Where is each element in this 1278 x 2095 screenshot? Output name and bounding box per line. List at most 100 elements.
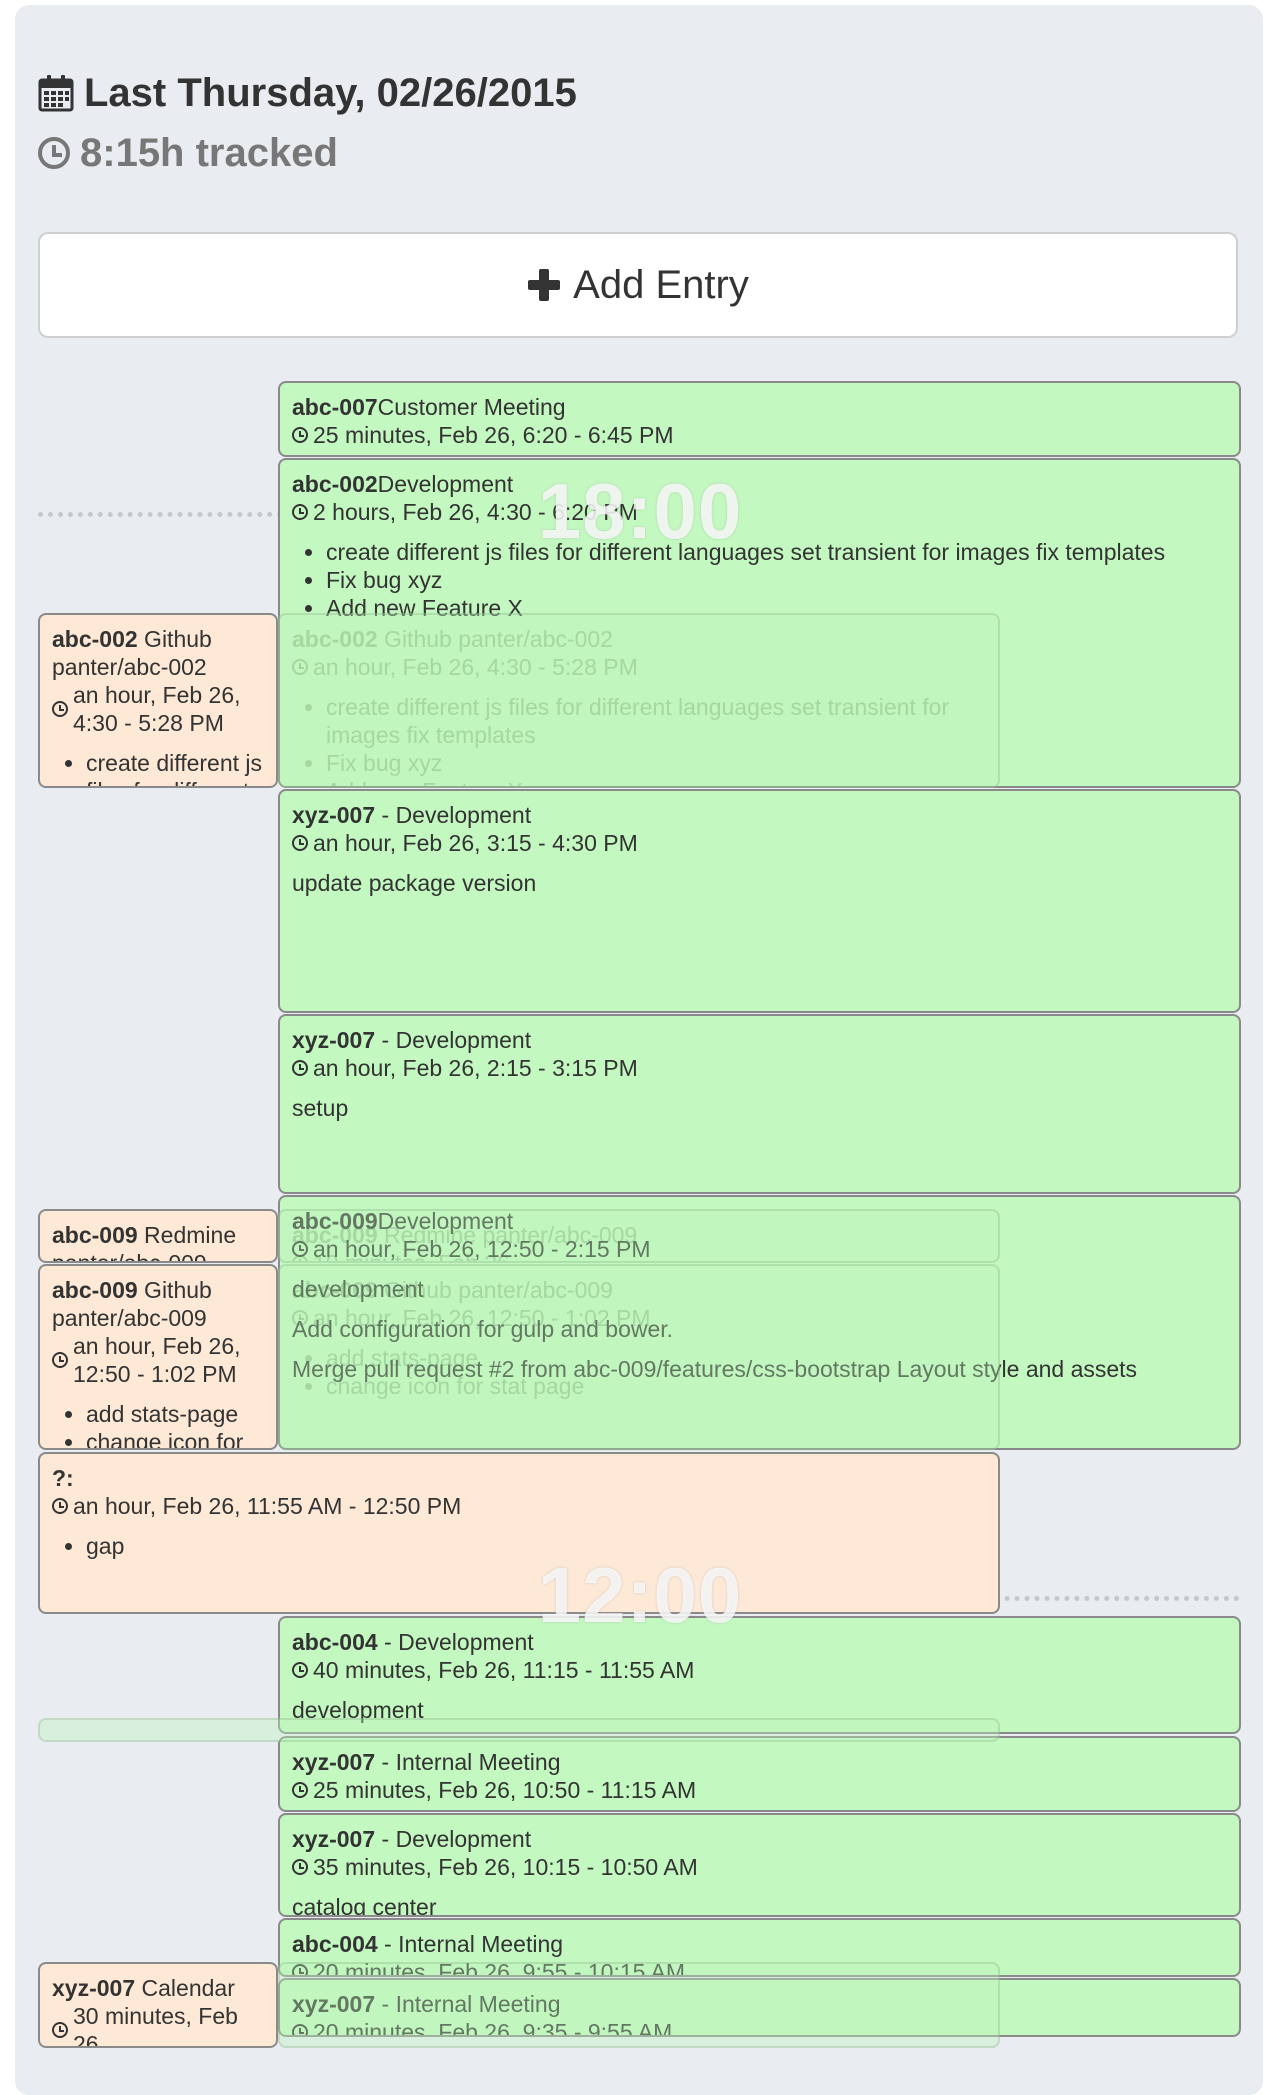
entry-task-item: change icon for stat page — [326, 1372, 986, 1400]
entry-duration: an hour, Feb 26, 12:50 - 1:02 PM — [52, 1332, 264, 1388]
overlap-shadow — [38, 1718, 1000, 1742]
entry-activity: - Development — [375, 1027, 532, 1053]
entry-project-code: abc-009 — [292, 1222, 378, 1248]
entry-project-code: abc-009 — [52, 1277, 138, 1303]
entry-project-code: abc-009 — [52, 1222, 138, 1248]
entry-title: abc-002 Github panter/abc-002 — [292, 625, 986, 653]
entry-title: abc-009 Redmine panter/abc-009 — [52, 1221, 264, 1261]
add-entry-button[interactable]: Add Entry — [38, 232, 1238, 338]
clock-icon — [292, 427, 308, 443]
calendar-icon — [38, 75, 74, 112]
entry-duration: an hour, Feb 26, 3:15 - 4:30 PM — [292, 829, 1227, 857]
entry-duration: 40 minutes, Feb 26, 11:15 - 11:55 AM — [292, 1656, 1227, 1684]
add-entry-label: Add Entry — [573, 262, 749, 307]
time-entry[interactable]: xyz-007 Calendar 30 minutes, Feb 26 — [38, 1962, 278, 2048]
entry-task-item: create different js files for different … — [326, 693, 986, 749]
entry-task-item: create different js files for different … — [86, 749, 264, 786]
entry-duration: an hour, Feb 26, 2:15 - 3:15 PM — [292, 1054, 1227, 1082]
entry-time-range: 25 minutes, Feb 26, 6:20 - 6:45 PM — [313, 422, 674, 448]
clock-icon — [292, 1255, 308, 1261]
time-entry[interactable]: xyz-007 - Development 35 minutes, Feb 26,… — [278, 1813, 1241, 1917]
entry-title: abc-004 - Internal Meeting — [292, 1930, 1227, 1958]
tracked-time: 8:15h tracked — [80, 130, 338, 175]
entry-title: ?: — [52, 1464, 986, 1492]
entry-duration: 25 minutes, Feb 26, 10:50 - 11:15 AM — [292, 1776, 1227, 1804]
time-entry[interactable]: abc-002 Github panter/abc-002 an hour, Fe… — [38, 613, 278, 788]
entry-duration: 10 minutes, Feb 26 — [292, 1249, 986, 1261]
entry-task-list: add stats-pagechange icon for stat page — [52, 1400, 264, 1448]
entry-task-list: create different js files for different … — [292, 538, 1227, 622]
entry-project-code: abc-002 — [292, 626, 378, 652]
entry-project-code: xyz-007 — [292, 1826, 376, 1852]
entry-task-item: add stats-page — [86, 1400, 264, 1428]
time-entry[interactable]: abc-004 - Development 40 minutes, Feb 26,… — [278, 1616, 1241, 1734]
entry-title: xyz-007 - Development — [292, 1825, 1227, 1853]
clock-icon — [292, 1662, 308, 1678]
entry-activity: Redmine panter/abc-009 — [377, 1222, 638, 1248]
entry-note: catalog center — [292, 1894, 437, 1917]
entry-time-range: an hour, Feb 26, 4:30 - 5:28 PM — [73, 682, 241, 736]
entry-time-range: 35 minutes, Feb 26, 10:15 - 10:50 AM — [313, 1854, 698, 1880]
entry-project-code: xyz-007 — [52, 1975, 136, 2001]
entry-duration: 25 minutes, Feb 26, 6:20 - 6:45 PM — [292, 421, 1227, 449]
time-entry[interactable]: abc-009 Redmine panter/abc-00910 minutes… — [38, 1209, 278, 1263]
entry-title: xyz-007 Calendar — [52, 1974, 264, 2002]
entry-duration: 35 minutes, Feb 26, 10:15 - 10:50 AM — [292, 1853, 1227, 1881]
entry-time-range: 40 minutes, Feb 26, 11:15 - 11:55 AM — [313, 1657, 695, 1683]
entry-task-list: add stats-pagechange icon for stat page — [292, 1344, 986, 1400]
entry-title: abc-004 - Development — [292, 1628, 1227, 1656]
entry-activity: - Internal Meeting — [375, 1749, 561, 1775]
entry-time-range: an hour, Feb 26, 12:50 - 1:02 PM — [73, 1333, 241, 1387]
entry-title: abc-002Development — [292, 470, 1227, 498]
entry-time-range: 30 minutes, Feb 26 — [73, 2003, 238, 2048]
entry-project-code: xyz-007 — [292, 1749, 376, 1775]
clock-icon — [38, 137, 70, 169]
entry-time-range: an hour, Feb 26, 12:50 - 1:02 PM — [313, 1305, 651, 1331]
entry-project-code: xyz-007 — [292, 1027, 376, 1053]
clock-icon — [52, 1352, 68, 1368]
time-entry[interactable]: ?:an hour, Feb 26, 11:55 AM - 12:50 PM ga… — [38, 1452, 1000, 1614]
time-entry[interactable]: xyz-007 - Development an hour, Feb 26, 3:… — [278, 789, 1241, 1013]
entry-project-code: abc-002 — [52, 626, 138, 652]
entry-task-item: add stats-page — [326, 1344, 986, 1372]
entry-title: abc-009 Github panter/abc-009 — [292, 1276, 986, 1304]
clock-icon — [52, 2022, 68, 2038]
clock-icon — [292, 1310, 308, 1326]
time-entry[interactable]: xyz-007 - Development an hour, Feb 26, 2:… — [278, 1014, 1241, 1194]
hour-marker-18: 18:00 — [537, 467, 743, 555]
entry-activity: - Development — [375, 1826, 532, 1852]
entry-duration: 2 hours, Feb 26, 4:30 - 6:20 PM — [292, 498, 1227, 526]
entry-task-item: Fix bug xyz — [326, 749, 986, 777]
entry-project-code: ?: — [52, 1465, 74, 1491]
clock-icon — [292, 1060, 308, 1076]
time-entry[interactable]: abc-009 Github panter/abc-009 an hour, Fe… — [38, 1264, 278, 1450]
entry-title: xyz-007 - Development — [292, 801, 1227, 829]
entry-project-code: abc-009 — [292, 1277, 378, 1303]
entry-activity: - Development — [377, 1629, 534, 1655]
entry-activity: Development — [377, 471, 514, 497]
hour-marker-12: 12:00 — [537, 1551, 743, 1639]
entry-activity: Customer Meeting — [377, 394, 566, 420]
entry-title: abc-009 Redmine panter/abc-009 — [292, 1221, 986, 1249]
time-entry[interactable]: abc-007Customer Meeting 25 minutes, Feb 2… — [278, 381, 1241, 457]
entry-time-range: an hour, Feb 26, 2:15 - 3:15 PM — [313, 1055, 638, 1081]
entry-activity: Calendar — [135, 1975, 235, 2001]
entry-activity: Github panter/abc-009 — [377, 1277, 613, 1303]
time-entry-overlap-shadow: abc-009 Github panter/abc-009 an hour, Fe… — [278, 1264, 1000, 1450]
entry-project-code: abc-007 — [292, 394, 378, 420]
entry-task-item: Add new Feature X — [326, 777, 986, 786]
clock-icon — [292, 835, 308, 851]
day-title: Last Thursday, 02/26/2015 — [84, 70, 577, 115]
entry-task-list: create different js files for different … — [292, 693, 986, 786]
entry-task-item: create different js files for different … — [326, 538, 1227, 566]
entry-time-range: an hour, Feb 26, 4:30 - 5:28 PM — [313, 654, 638, 680]
clock-icon — [292, 1859, 308, 1875]
entry-activity: Github panter/abc-002 — [377, 626, 613, 652]
time-entry-overlap-shadow: abc-009 Redmine panter/abc-009 10 minutes… — [278, 1209, 1000, 1263]
time-entry[interactable]: xyz-007 - Internal Meeting 25 minutes, Fe… — [278, 1736, 1241, 1812]
entry-project-code: abc-004 — [292, 1931, 378, 1957]
entry-duration: an hour, Feb 26, 12:50 - 1:02 PM — [292, 1304, 986, 1332]
entry-activity: - Development — [375, 802, 532, 828]
plus-icon — [528, 269, 561, 301]
entry-task-item: change icon for stat page — [86, 1428, 264, 1448]
